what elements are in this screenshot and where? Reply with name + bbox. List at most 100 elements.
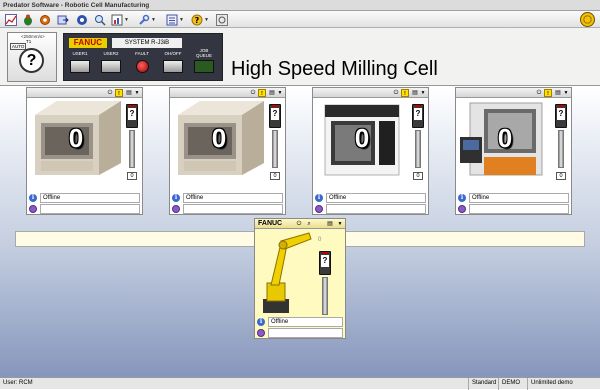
mode-status-indicator: ? — [19, 48, 44, 73]
help-icon[interactable]: ? — [190, 13, 203, 26]
tower-status: ? — [128, 108, 136, 120]
search-icon[interactable] — [458, 205, 466, 213]
settings-gear-icon[interactable] — [38, 13, 51, 26]
chevron-down-icon[interactable]: ▼ — [336, 220, 344, 228]
gear-icon[interactable] — [75, 13, 88, 26]
part-counter: 0 — [211, 122, 227, 153]
search-row — [28, 204, 141, 214]
part-counter: 0 — [497, 122, 513, 153]
info-icon[interactable]: i — [315, 194, 323, 202]
tower-status: ? — [414, 108, 422, 120]
status-text: Offline — [183, 193, 283, 203]
ohoff-button[interactable] — [163, 60, 183, 73]
power-icon[interactable]: ⏻ — [535, 89, 543, 97]
export-icon[interactable] — [56, 13, 69, 26]
user2-button[interactable] — [101, 60, 121, 73]
clipboard-icon[interactable]: ▤ — [554, 89, 562, 97]
machine-image: 0 — [29, 99, 123, 177]
window-title-bar: Predator Software - Robotic Cell Manufac… — [0, 0, 600, 11]
fault-label: FAULT — [135, 51, 149, 56]
chevron-down-icon[interactable]: ▼ — [151, 17, 156, 23]
robot-card[interactable]: FANUC ⏻ ⌕ ▤ ▼ 0 ? i Offline — [254, 218, 346, 339]
machine-card[interactable]: ⏻ ! ▤ ▼ 0 ? 0 i Offline — [26, 87, 143, 215]
warning-icon[interactable]: ! — [544, 89, 552, 97]
main-toolbar: ▼ ▼ ▼ ? ▼ — [0, 11, 600, 28]
search-icon[interactable]: ⌕ — [305, 220, 313, 228]
chevron-down-icon[interactable]: ▼ — [419, 89, 427, 97]
status-row: i Offline — [256, 317, 344, 327]
search-icon[interactable] — [29, 205, 37, 213]
status-text: Offline — [326, 193, 426, 203]
bug-icon[interactable] — [21, 13, 34, 26]
power-icon[interactable]: ⏻ — [295, 220, 303, 228]
mode-selector[interactable]: <250mm/s> T1 AUTO ? — [7, 32, 57, 82]
warning-icon[interactable]: ! — [115, 89, 123, 97]
clipboard-icon[interactable]: ▤ — [125, 89, 133, 97]
power-icon[interactable]: ⏻ — [106, 89, 114, 97]
search-row — [314, 204, 427, 214]
status-text: Offline — [40, 193, 140, 203]
chart-icon[interactable] — [4, 13, 17, 26]
detail-field[interactable] — [268, 328, 343, 338]
detail-field[interactable] — [326, 204, 426, 214]
user1-label: USER1 — [72, 51, 88, 56]
clipboard-icon[interactable]: ▤ — [326, 220, 334, 228]
controller-bar: <250mm/s> T1 AUTO ? FANUC SYSTEM R-J3iB … — [0, 28, 600, 86]
status-text: Offline — [469, 193, 569, 203]
fanuc-logo: FANUC — [69, 38, 107, 48]
warning-icon[interactable]: ! — [258, 89, 266, 97]
ohoff-label: OH/OFF — [164, 51, 182, 56]
wrench-icon[interactable] — [137, 13, 150, 26]
status-row: i Offline — [314, 193, 427, 203]
robot-image — [257, 231, 313, 315]
stop-icon[interactable] — [215, 13, 228, 26]
chevron-down-icon[interactable]: ▼ — [276, 89, 284, 97]
user1-button[interactable] — [70, 60, 90, 73]
part-counter: 0 — [68, 122, 84, 153]
job-queue-label: JOB QUEUE — [195, 48, 212, 58]
tower-pole — [558, 130, 564, 168]
machine-card[interactable]: ⏻ ! ▤ ▼ 0 ? 0 i Offline — [312, 87, 429, 215]
job-queue-button[interactable] — [194, 60, 214, 73]
tower-counter: 0 — [270, 172, 280, 180]
fanuc-control-panel: FANUC SYSTEM R-J3iB USER1 USER2 FAULT OH… — [63, 33, 223, 81]
search-icon[interactable] — [257, 329, 265, 337]
detail-field[interactable] — [183, 204, 283, 214]
tower-counter: 0 — [127, 172, 137, 180]
machine-image: 0 — [315, 99, 409, 177]
power-icon[interactable]: ⏻ — [249, 89, 257, 97]
status-row: i Offline — [171, 193, 284, 203]
machine-image: 0 — [172, 99, 266, 177]
info-icon[interactable]: i — [257, 318, 265, 326]
tower-counter: 0 — [556, 172, 566, 180]
clipboard-icon[interactable]: ▤ — [411, 89, 419, 97]
status-bar: User: RCM Standard DEMO Unlimited demo — [0, 377, 600, 390]
warning-icon[interactable]: ! — [401, 89, 409, 97]
report-icon[interactable] — [110, 13, 123, 26]
search-icon[interactable] — [93, 13, 106, 26]
clipboard-icon[interactable]: ▤ — [268, 89, 276, 97]
signal-tower: ? — [412, 104, 424, 128]
chevron-down-icon[interactable]: ▼ — [562, 89, 570, 97]
machine-card[interactable]: ⏻ ! ▤ ▼ 0 ? 0 i Offline — [455, 87, 572, 215]
chevron-down-icon[interactable]: ▼ — [179, 17, 184, 23]
chevron-down-icon[interactable]: ▼ — [133, 89, 141, 97]
settings-cog-icon[interactable] — [580, 12, 595, 27]
detail-field[interactable] — [469, 204, 569, 214]
status-row: i Offline — [28, 193, 141, 203]
power-icon[interactable]: ⏻ — [392, 89, 400, 97]
search-icon[interactable] — [315, 205, 323, 213]
speed-label: <250mm/s> — [21, 34, 45, 39]
fault-button[interactable] — [136, 60, 149, 73]
detail-field[interactable] — [40, 204, 140, 214]
search-icon[interactable] — [172, 205, 180, 213]
tower-status: ? — [557, 108, 565, 120]
machine-card[interactable]: ⏻ ! ▤ ▼ 0 ? 0 i Offline — [169, 87, 286, 215]
t1-label: T1 — [26, 39, 32, 44]
chevron-down-icon[interactable]: ▼ — [124, 17, 129, 23]
info-icon[interactable]: i — [29, 194, 37, 202]
info-icon[interactable]: i — [458, 194, 466, 202]
info-icon[interactable]: i — [172, 194, 180, 202]
list-icon[interactable] — [165, 13, 178, 26]
chevron-down-icon[interactable]: ▼ — [204, 17, 209, 23]
